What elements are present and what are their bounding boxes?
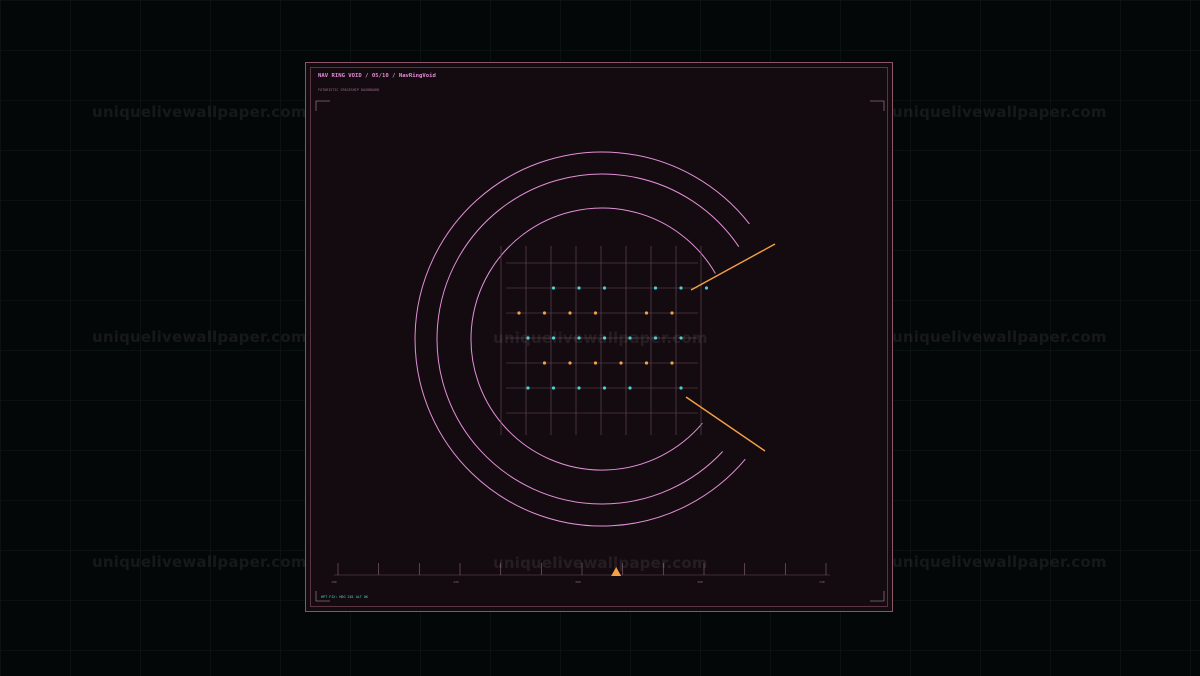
grid-dot <box>619 361 623 365</box>
grid-dot <box>628 386 632 390</box>
watermark: uniquelivewallpaper.com <box>493 554 708 572</box>
status-readout: HPT FIX: HDG 281 ALT OK <box>321 595 368 599</box>
scale-label: 180 <box>331 580 337 584</box>
grid-dot <box>602 386 607 390</box>
grid-dot <box>644 311 649 315</box>
accent-line-upper <box>690 243 776 291</box>
grid-dot <box>679 386 683 390</box>
watermark: uniquelivewallpaper.com <box>892 328 1107 346</box>
grid-dot <box>568 311 572 315</box>
grid-dot <box>551 286 556 290</box>
grid-dot <box>526 386 530 390</box>
grid-dot <box>542 361 547 365</box>
dashboard-card: NAV RING VOID / 05/10 / NavRingVoid FUTU… <box>305 62 893 612</box>
accent-line-lower <box>685 396 766 452</box>
corner-bracket <box>870 100 885 111</box>
accent-lines <box>685 243 776 452</box>
grid-dot <box>593 311 598 315</box>
scale-label: 220 <box>453 580 459 584</box>
grid-dot <box>704 286 709 290</box>
watermark: uniquelivewallpaper.com <box>892 103 1107 121</box>
watermark: uniquelivewallpaper.com <box>92 328 307 346</box>
grid-dot <box>593 361 598 365</box>
wallpaper-stage: uniquelivewallpaper.com uniquelivewallpa… <box>0 0 1200 676</box>
corner-bracket <box>315 100 330 111</box>
grid-dot <box>602 286 607 290</box>
grid-dot <box>679 286 683 290</box>
watermark: uniquelivewallpaper.com <box>493 329 708 347</box>
grid-dot <box>577 286 581 290</box>
scale-label: 260 <box>575 580 581 584</box>
watermark: uniquelivewallpaper.com <box>92 553 307 571</box>
grid-dot <box>577 386 581 390</box>
grid-dot <box>542 311 547 315</box>
grid-dot <box>551 386 556 390</box>
grid-dot <box>670 311 674 315</box>
grid-dot <box>517 311 521 315</box>
grid-dot <box>670 361 674 365</box>
grid-dot <box>568 361 572 365</box>
watermark: uniquelivewallpaper.com <box>892 553 1107 571</box>
grid-dot <box>644 361 649 365</box>
watermark: uniquelivewallpaper.com <box>92 103 307 121</box>
scale-label: 300 <box>697 580 703 584</box>
corner-bracket <box>870 591 885 602</box>
grid-dot <box>653 286 658 290</box>
scale-label: 340 <box>819 580 825 584</box>
